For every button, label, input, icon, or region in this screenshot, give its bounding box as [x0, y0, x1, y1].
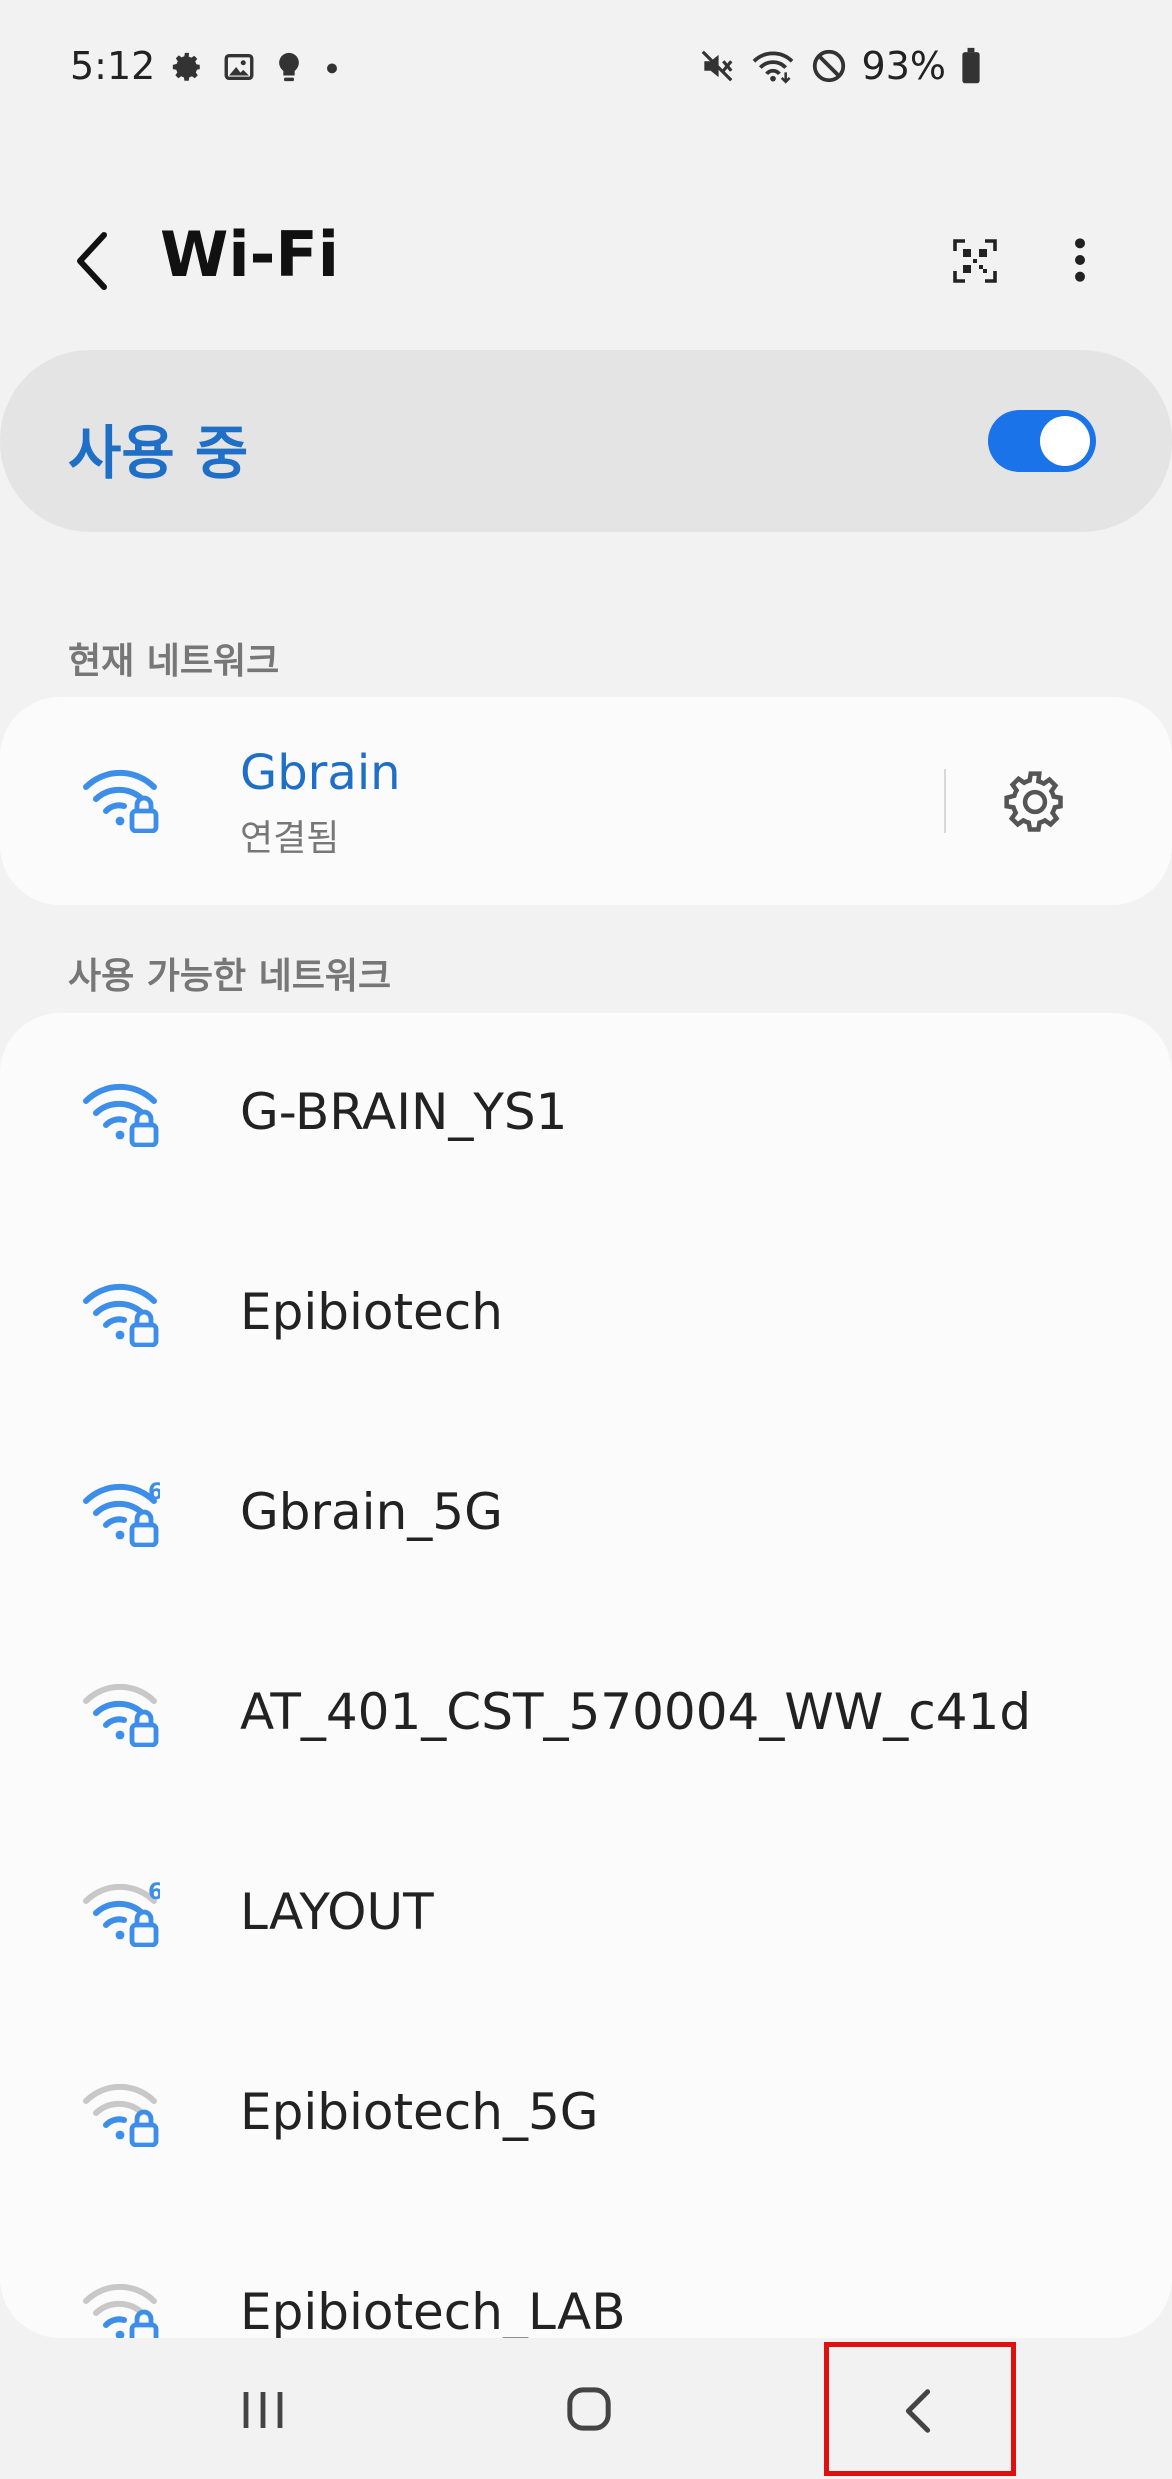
current-network-card[interactable]: Gbrain 연결됨: [0, 697, 1172, 905]
battery-percent: 93%: [861, 44, 946, 88]
network-row[interactable]: AT_401_CST_570004_WW_c41d: [0, 1613, 1172, 1813]
mute-icon: [698, 47, 736, 85]
status-time: 5:12: [70, 44, 156, 88]
wifi-locked-icon: [80, 1677, 160, 1748]
toggle-knob: [1040, 416, 1090, 466]
block-icon: [810, 47, 848, 85]
divider: [944, 769, 946, 833]
network-row[interactable]: Epibiotech: [0, 1213, 1172, 1413]
status-bar: 5:12 93%: [0, 0, 1172, 150]
wifi-locked-icon: [80, 1277, 160, 1348]
dot-icon: [322, 50, 342, 84]
wifi-locked-icon: [80, 2077, 160, 2148]
wifi-master-switch[interactable]: 사용 중: [0, 350, 1172, 532]
wifi-locked-icon: [80, 2277, 160, 2338]
network-row[interactable]: 6 LAYOUT: [0, 1813, 1172, 2013]
page-title: Wi-Fi: [160, 218, 339, 291]
wifi-locked-icon: [80, 1077, 160, 1148]
current-network-header: 현재 네트워크: [68, 641, 280, 682]
status-right-icons: 93%: [698, 44, 982, 88]
home-icon[interactable]: [566, 2386, 612, 2432]
available-networks-header: 사용 가능한 네트워크: [68, 956, 392, 997]
available-networks-list: G-BRAIN_YS1 Epibiotech 6 Gbrain_5G AT_401_CS…: [0, 1013, 1172, 2338]
svg-text:6: 6: [148, 1480, 160, 1505]
recent-apps-icon[interactable]: [240, 2388, 286, 2432]
more-options-icon[interactable]: [1055, 230, 1105, 290]
wifi-icon: [750, 47, 796, 85]
bulb-icon: [274, 50, 304, 84]
network-settings-gear-icon[interactable]: [1000, 767, 1070, 837]
qr-code-icon[interactable]: [948, 234, 1002, 288]
app-bar: Wi-Fi: [0, 200, 1172, 320]
wifi-toggle[interactable]: [988, 410, 1096, 472]
status-left-icons: [170, 50, 342, 84]
network-name: Epibiotech: [240, 1283, 503, 1341]
network-name: Epibiotech_5G: [240, 2083, 599, 2141]
current-network-status: 연결됨: [240, 818, 340, 859]
svg-text:6: 6: [148, 1880, 160, 1905]
network-name: LAYOUT: [240, 1883, 434, 1941]
network-name: G-BRAIN_YS1: [240, 1083, 568, 1141]
network-row[interactable]: G-BRAIN_YS1: [0, 1013, 1172, 1213]
wifi6-locked-icon: 6: [80, 1877, 163, 1948]
gear-icon: [170, 50, 204, 84]
network-row[interactable]: Epibiotech_LAB: [0, 2213, 1172, 2338]
wifi6-locked-icon: 6: [80, 1477, 163, 1548]
network-row[interactable]: Epibiotech_5G: [0, 2013, 1172, 2213]
master-switch-label: 사용 중: [68, 419, 249, 487]
network-row[interactable]: 6 Gbrain_5G: [0, 1413, 1172, 1613]
battery-icon: [960, 47, 982, 85]
network-name: Gbrain_5G: [240, 1483, 503, 1541]
image-icon: [222, 50, 256, 84]
back-arrow-icon[interactable]: [62, 226, 122, 296]
network-name: AT_401_CST_570004_WW_c41d: [240, 1683, 1032, 1741]
network-name: Epibiotech_LAB: [240, 2283, 626, 2338]
wifi-locked-icon: [80, 763, 160, 834]
highlight-box: [824, 2342, 1016, 2476]
current-network-name: Gbrain: [240, 745, 401, 801]
